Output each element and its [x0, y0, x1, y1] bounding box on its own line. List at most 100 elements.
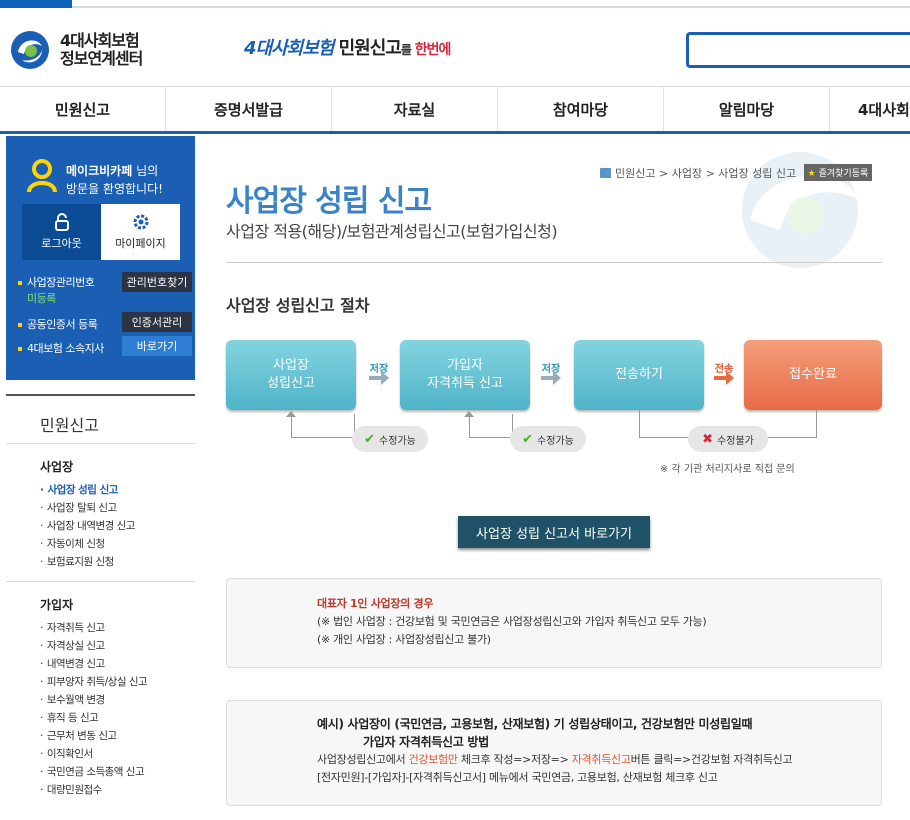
side-nav: 민원신고 사업장 사업장 성립 신고 사업장 탈퇴 신고 사업장 내역변경 신고…	[6, 394, 195, 809]
check-icon: ✔	[522, 431, 534, 447]
side-nav-group-title: 가입자	[40, 598, 74, 612]
side-nav-item[interactable]: 사업장 성립 신고	[40, 481, 195, 499]
arrow-right-icon	[541, 371, 561, 385]
step-label: 접수완료	[789, 367, 837, 382]
welcome-message: 메이크비카페 님의 방문을 환영합니다!	[66, 162, 163, 198]
gnb-item-participation[interactable]: 참여마당	[498, 87, 664, 131]
info-highlight: 건강보험만	[408, 753, 458, 766]
global-nav: 민원신고 증명서발급 자료실 참여마당 알림마당 4대사회	[0, 86, 910, 134]
lock-icon	[54, 213, 69, 231]
side-nav-item[interactable]: 내역변경 신고	[40, 655, 195, 673]
side-nav-item[interactable]: 보험료지원 신청	[40, 553, 195, 571]
info-text: 사업장성립신고에서	[317, 753, 409, 766]
info-line: (※ 개인 사업장 : 사업장성립신고 불가)	[317, 633, 491, 646]
user-name: 메이크비카페	[66, 164, 133, 178]
slogan: 4대사회보험 민원신고를 한번에	[244, 34, 452, 60]
not-editable-badge: ✖ 수정불가	[688, 426, 768, 452]
step-member-acquisition: 가입자자격취득 신고	[400, 340, 530, 410]
arrow-right-icon	[369, 371, 389, 385]
find-business-number-button[interactable]: 관리번호찾기	[122, 272, 192, 292]
side-nav-item[interactable]: 국민연금 소득총액 신고	[40, 763, 195, 781]
info-line: (※ 법인 사업장 : 건강보험 및 국민연금은 사업장성립신고와 가입자 취득…	[317, 615, 707, 628]
return-arrow-icon	[286, 411, 296, 417]
gnb-item-notice[interactable]: 알림마당	[664, 87, 830, 131]
side-nav-group-business: 사업장 사업장 성립 신고 사업장 탈퇴 신고 사업장 내역변경 신고 자동이체…	[6, 444, 195, 582]
user-suffix: 님의	[132, 164, 159, 178]
slogan-part-2: 민원신고	[333, 38, 402, 59]
business-number-status: 미등록	[27, 292, 56, 305]
step-label: 가입자	[447, 358, 483, 373]
step-label: 성립신고	[267, 376, 315, 391]
side-nav-group-title: 사업장	[40, 460, 74, 474]
info-highlight: 자격취득신고	[571, 753, 631, 766]
go-registration-form-button[interactable]: 사업장 성립 신고서 바로가기	[458, 516, 650, 548]
side-nav-item[interactable]: 휴직 등 신고	[40, 709, 195, 727]
logo-line-1: 4대사회보험	[60, 31, 140, 50]
breadcrumb-item[interactable]: 민원신고	[615, 167, 655, 180]
info-title: 예시) 사업장이 (국민연금, 고용보험, 산재보험) 기 성립상태이고, 건강…	[317, 717, 753, 731]
breadcrumb-current: 사업장 성립 신고	[718, 167, 797, 180]
user-icon	[27, 159, 57, 193]
site-logo-text[interactable]: 4대사회보험 정보연계센터	[60, 31, 143, 68]
business-number-label: 사업장관리번호	[27, 276, 95, 289]
info-line: [전자민원]-[가입자]-[자격취득신고서] 메뉴에서 국민연금, 고용보험, …	[317, 771, 718, 784]
side-nav-item[interactable]: 사업장 탈퇴 신고	[40, 499, 195, 517]
welcome-text: 방문을 환영합니다!	[66, 182, 163, 196]
info-text: 체크후 작성=>저장=>	[457, 753, 572, 766]
branch-row: 4대보험 소속지사	[18, 340, 104, 356]
close-icon: ✖	[702, 431, 714, 447]
side-nav-title: 민원신고	[6, 394, 195, 444]
arrow-right-icon	[714, 371, 734, 385]
side-nav-group-member: 가입자 자격취득 신고 자격상실 신고 내역변경 신고 피부양자 취득/상실 신…	[6, 582, 195, 809]
certificate-row: 공동인증서 등록	[18, 316, 98, 332]
side-nav-item[interactable]: 근무처 변동 신고	[40, 727, 195, 745]
breadcrumb: 민원신고 > 사업장 > 사업장 성립 신고 ★ 즐겨찾기등록	[600, 164, 873, 181]
editable-badge: ✔ 수정가능	[352, 426, 428, 452]
user-panel: 메이크비카페 님의 방문을 환영합니다! 로그아웃 마이페이지 사업장관리번호 …	[6, 136, 195, 380]
add-favorite-label: 즐겨찾기등록	[818, 169, 869, 179]
logo-line-2: 정보연계센터	[60, 49, 143, 68]
add-favorite-button[interactable]: ★ 즐겨찾기등록	[803, 164, 873, 181]
home-icon[interactable]	[600, 168, 611, 178]
mypage-button[interactable]: 마이페이지	[101, 204, 180, 260]
not-editable-label: 수정불가	[717, 435, 754, 447]
info-box-example: 예시) 사업장이 (국민연금, 고용보험, 산재보험) 기 성립상태이고, 건강…	[226, 700, 882, 806]
side-nav-item[interactable]: 보수월액 변경	[40, 691, 195, 709]
side-nav-item[interactable]: 사업장 내역변경 신고	[40, 517, 195, 535]
gnb-item-4insurance[interactable]: 4대사회	[830, 87, 910, 131]
certificate-manage-button[interactable]: 인증서관리	[122, 312, 192, 332]
side-nav-item[interactable]: 자격상실 신고	[40, 637, 195, 655]
certificate-label: 공동인증서 등록	[27, 318, 98, 331]
gnb-item-certificate[interactable]: 증명서발급	[166, 87, 332, 131]
business-number-row: 사업장관리번호 미등록	[18, 274, 95, 306]
site-logo-icon[interactable]	[10, 30, 50, 70]
side-nav-item[interactable]: 자동이체 신청	[40, 535, 195, 553]
editable-label: 수정가능	[379, 435, 416, 447]
side-nav-item[interactable]: 이직확인서	[40, 745, 195, 763]
section-title: 사업장 성립신고 절차	[226, 296, 370, 315]
gnb-item-library[interactable]: 자료실	[332, 87, 498, 131]
gnb-item-minwon[interactable]: 민원신고	[0, 87, 166, 131]
logout-button[interactable]: 로그아웃	[22, 204, 101, 260]
return-arrow-icon	[464, 411, 474, 417]
step-transmit: 전송하기	[574, 340, 704, 410]
logout-label: 로그아웃	[41, 237, 82, 250]
side-nav-item[interactable]: 대량민원접수	[40, 781, 195, 799]
slogan-part-1: 4대사회보험	[244, 38, 334, 59]
mypage-label: 마이페이지	[115, 237, 166, 250]
slogan-part-4: 한번에	[410, 42, 452, 58]
step-label: 자격취득 신고	[427, 376, 503, 391]
info-box-single-owner: 대표자 1인 사업장의 경우 (※ 법인 사업장 : 건강보험 및 국민연금은 …	[226, 578, 882, 668]
breadcrumb-item[interactable]: 사업장	[672, 167, 702, 180]
page-subtitle: 사업장 적용(해당)/보험관계성립신고(보험가입신청)	[226, 222, 558, 241]
step-label: 사업장	[273, 358, 309, 373]
editable-label: 수정가능	[537, 435, 574, 447]
branch-label: 4대보험 소속지사	[27, 342, 104, 355]
side-nav-item[interactable]: 자격취득 신고	[40, 619, 195, 637]
side-nav-item[interactable]: 피부양자 취득/상실 신고	[40, 673, 195, 691]
search-input[interactable]	[686, 32, 910, 68]
info-subtitle: 가입자 자격취득신고 방법	[363, 735, 489, 749]
branch-shortcut-button[interactable]: 바로가기	[122, 336, 192, 356]
divider	[226, 262, 882, 263]
star-icon: ★	[807, 169, 816, 179]
